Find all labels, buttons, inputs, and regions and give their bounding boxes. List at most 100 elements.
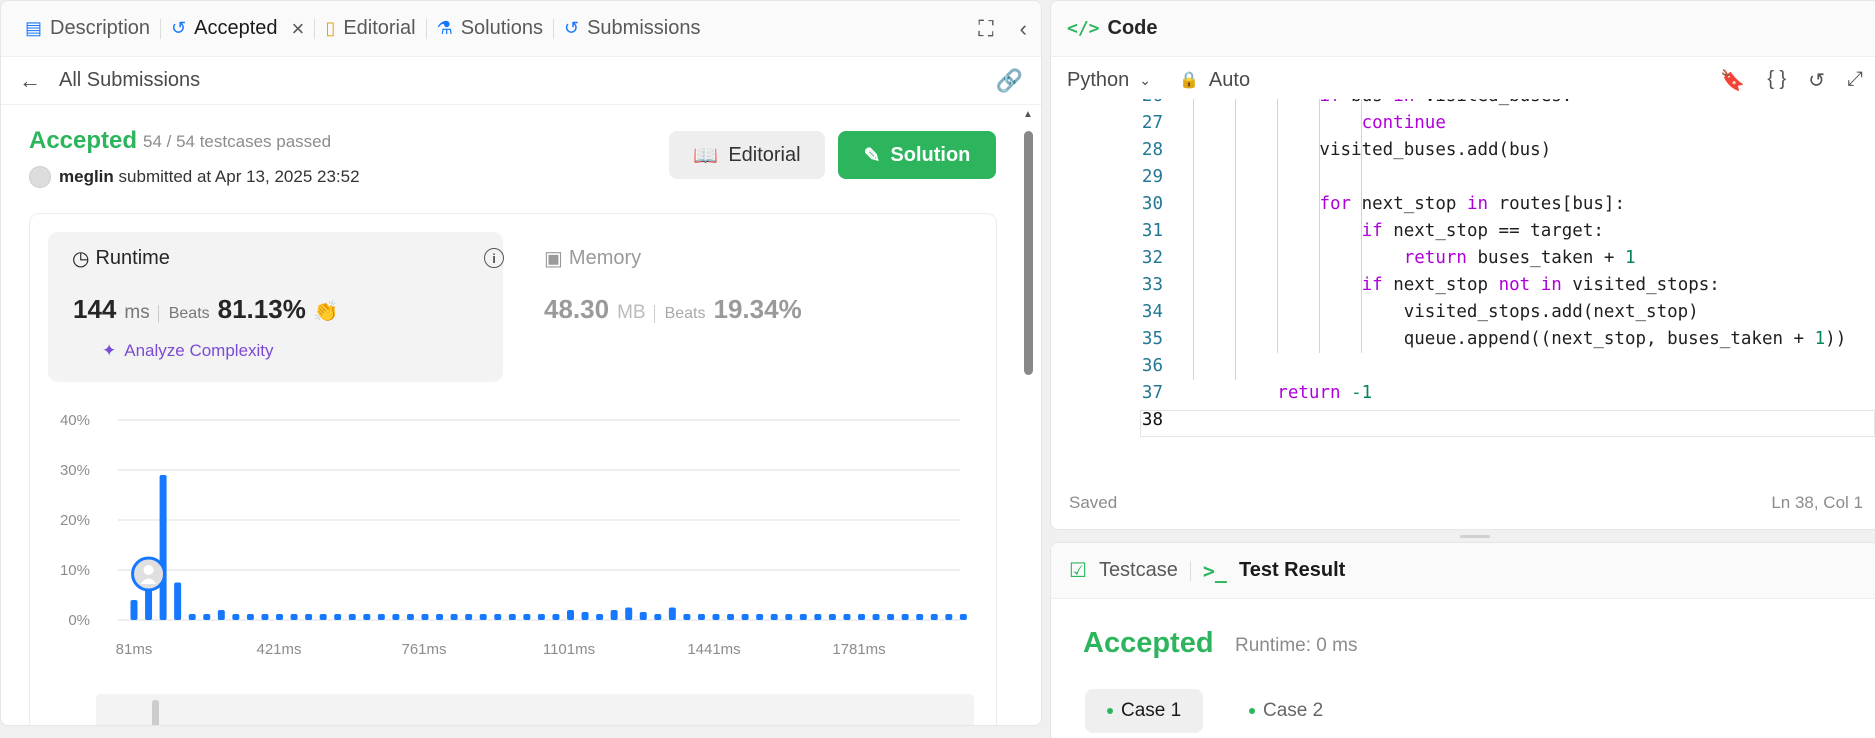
editorial-button[interactable]: 📖 Editorial bbox=[669, 131, 825, 179]
chart-bar[interactable] bbox=[770, 614, 778, 620]
chart-bar[interactable] bbox=[581, 612, 589, 620]
chart-bar[interactable] bbox=[406, 614, 414, 620]
braces-icon[interactable]: { } bbox=[1767, 68, 1786, 93]
chart-bar[interactable] bbox=[319, 614, 327, 620]
chart-bar[interactable] bbox=[727, 614, 735, 620]
username[interactable]: meglin bbox=[59, 167, 114, 186]
chart-bar[interactable] bbox=[290, 614, 298, 620]
panel-resize-handle[interactable] bbox=[1460, 535, 1490, 538]
chart-bar[interactable] bbox=[377, 614, 385, 620]
chart-bar[interactable] bbox=[814, 614, 822, 620]
all-submissions-link[interactable]: All Submissions bbox=[59, 69, 200, 92]
chart-bar[interactable] bbox=[159, 475, 167, 620]
chart-bar[interactable] bbox=[261, 614, 269, 620]
bookmark-icon[interactable]: 🔖 bbox=[1720, 68, 1745, 93]
link-icon[interactable]: 🔗 bbox=[996, 68, 1023, 94]
chart-bar[interactable] bbox=[639, 612, 647, 620]
chart-bar[interactable] bbox=[916, 614, 924, 620]
chart-range-slider[interactable] bbox=[96, 694, 974, 725]
code-line[interactable]: return -1 bbox=[1193, 380, 1372, 407]
code-line[interactable]: if bus in visited_buses: bbox=[1193, 99, 1572, 110]
chart-bar[interactable] bbox=[945, 614, 953, 620]
slider-handle[interactable] bbox=[152, 700, 159, 725]
chart-bar[interactable] bbox=[654, 614, 662, 620]
chart-bar[interactable] bbox=[305, 614, 313, 620]
tab-editorial[interactable]: ▯ Editorial bbox=[315, 1, 425, 57]
chart-bar[interactable] bbox=[232, 614, 240, 620]
chart-bar[interactable] bbox=[479, 614, 487, 620]
language-select[interactable]: Python bbox=[1067, 69, 1129, 92]
chart-bar[interactable] bbox=[901, 614, 909, 620]
close-icon[interactable]: × bbox=[292, 16, 305, 42]
chart-bar[interactable] bbox=[494, 614, 502, 620]
chart-bar[interactable] bbox=[508, 614, 516, 620]
chart-bar[interactable] bbox=[683, 614, 691, 620]
chart-bar[interactable] bbox=[276, 614, 283, 620]
chart-bar[interactable] bbox=[697, 614, 705, 620]
chart-bar[interactable] bbox=[436, 614, 444, 620]
chart-bar[interactable] bbox=[828, 614, 836, 620]
chart-bar[interactable] bbox=[567, 610, 574, 620]
chart-bar[interactable] bbox=[887, 614, 895, 620]
chart-bar[interactable] bbox=[625, 607, 633, 621]
code-line[interactable]: queue.append((next_stop, buses_taken + 1… bbox=[1193, 326, 1847, 353]
chart-bar[interactable] bbox=[756, 614, 764, 620]
chart-bar[interactable] bbox=[348, 614, 356, 620]
chevron-left-icon[interactable]: ‹ bbox=[1020, 16, 1027, 42]
code-line[interactable]: for next_stop in routes[bus]: bbox=[1193, 191, 1625, 218]
scroll-up-icon[interactable]: ▲ bbox=[1023, 109, 1033, 120]
chart-bar[interactable] bbox=[843, 614, 851, 620]
chart-bar[interactable] bbox=[537, 614, 545, 620]
chart-bar[interactable] bbox=[203, 614, 211, 620]
chart-bar[interactable] bbox=[421, 614, 429, 620]
solution-button[interactable]: ✎ Solution bbox=[838, 131, 996, 179]
chart-bar[interactable] bbox=[217, 610, 225, 620]
undo-icon[interactable]: ↺ bbox=[1808, 68, 1825, 93]
chevron-down-icon[interactable]: ⌄ bbox=[1139, 72, 1151, 89]
code-line[interactable]: return buses_taken + 1 bbox=[1193, 245, 1636, 272]
expand-icon[interactable]: ⛶ bbox=[978, 16, 993, 42]
code-line[interactable]: if next_stop not in visited_stops: bbox=[1193, 272, 1720, 299]
chart-bar[interactable] bbox=[930, 614, 938, 620]
chart-bar[interactable] bbox=[858, 614, 865, 620]
chart-bar[interactable] bbox=[712, 614, 720, 620]
chart-bar[interactable] bbox=[523, 614, 531, 620]
avatar[interactable] bbox=[29, 166, 51, 188]
analyze-complexity-link[interactable]: ✦ Analyze Complexity bbox=[102, 341, 274, 361]
chart-bar[interactable] bbox=[959, 614, 967, 620]
arrow-left-icon[interactable]: ← bbox=[19, 68, 41, 94]
chart-bar[interactable] bbox=[872, 614, 880, 620]
scrollbar-thumb[interactable] bbox=[1024, 131, 1033, 375]
chart-bar[interactable] bbox=[392, 614, 400, 620]
info-icon[interactable]: i bbox=[484, 248, 504, 268]
chart-bar[interactable] bbox=[596, 614, 604, 620]
chart-bar[interactable] bbox=[246, 614, 254, 620]
chart-bar[interactable] bbox=[334, 614, 342, 620]
code-editor[interactable]: 26 if bus in visited_buses:27 continue28… bbox=[1051, 99, 1875, 451]
tab-accepted[interactable]: ↺ Accepted × bbox=[161, 1, 314, 57]
chart-bar[interactable] bbox=[610, 610, 618, 620]
tab-testcase[interactable]: Testcase bbox=[1099, 559, 1178, 582]
runtime-distribution-chart[interactable]: 40% 30% 20% 10% 0% 81ms 421ms 761ms 1101ms 1441ms… bbox=[30, 404, 998, 694]
chart-bar[interactable] bbox=[188, 614, 196, 620]
chart-bar[interactable] bbox=[799, 614, 807, 620]
case-2-tab[interactable]: Case 2 bbox=[1227, 689, 1345, 733]
chart-bar[interactable] bbox=[465, 614, 473, 620]
chart-bar[interactable] bbox=[450, 614, 458, 620]
code-line[interactable]: visited_stops.add(next_stop) bbox=[1193, 299, 1699, 326]
memory-title[interactable]: ▣ Memory bbox=[544, 246, 641, 271]
case-1-tab[interactable]: Case 1 bbox=[1085, 689, 1204, 733]
chart-bar[interactable] bbox=[741, 614, 749, 620]
tab-submissions[interactable]: ↺ Submissions bbox=[554, 1, 710, 57]
chart-bar[interactable] bbox=[363, 614, 371, 620]
chart-bar[interactable] bbox=[552, 614, 560, 620]
chart-bar[interactable] bbox=[130, 600, 138, 620]
tab-test-result[interactable]: Test Result bbox=[1239, 559, 1345, 582]
chart-bar[interactable] bbox=[668, 607, 676, 621]
tab-description[interactable]: ▤ Description bbox=[15, 1, 160, 57]
auto-mode[interactable]: Auto bbox=[1209, 69, 1250, 92]
tab-solutions[interactable]: ⚗ Solutions bbox=[427, 1, 553, 57]
code-line[interactable]: if next_stop == target: bbox=[1193, 218, 1604, 245]
chart-bar[interactable] bbox=[174, 582, 182, 621]
chart-bar[interactable] bbox=[785, 614, 793, 620]
